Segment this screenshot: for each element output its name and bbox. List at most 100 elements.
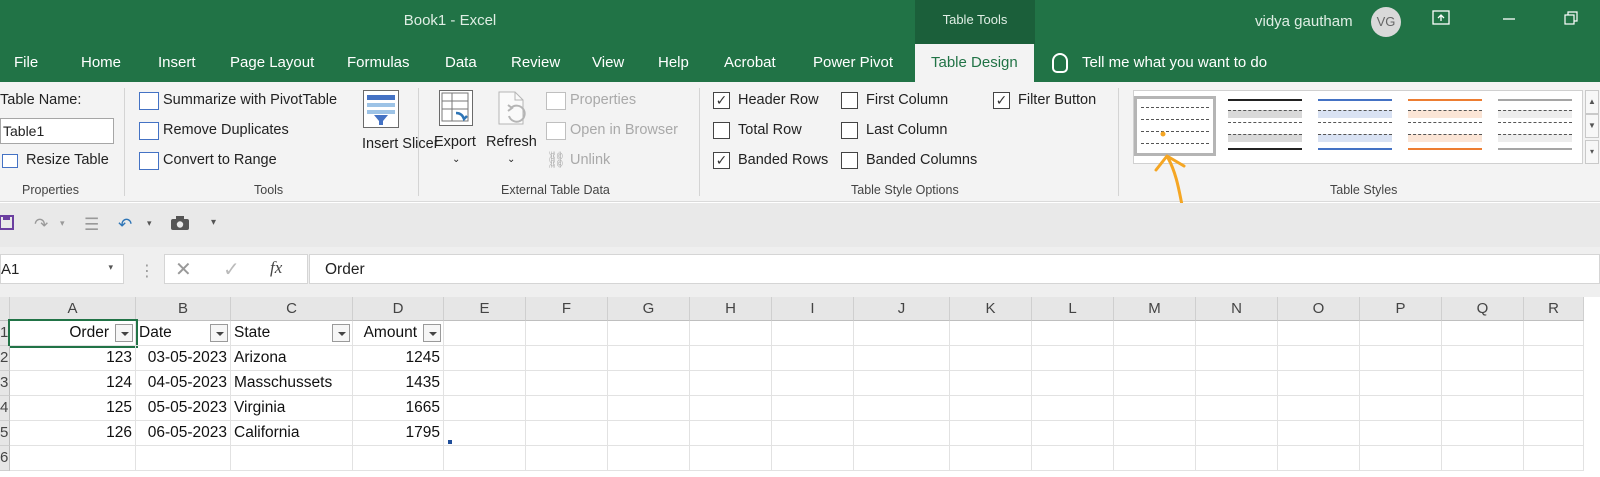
empty-cell[interactable] <box>1114 446 1196 471</box>
tab-view[interactable]: View <box>592 44 624 82</box>
empty-cell[interactable] <box>854 321 950 346</box>
table-cell[interactable]: 1795 <box>353 421 444 446</box>
gallery-more-icon[interactable]: ▾ <box>1585 140 1599 164</box>
empty-cell[interactable] <box>1524 321 1584 346</box>
tab-power-pivot[interactable]: Power Pivot <box>813 44 893 82</box>
empty-cell[interactable] <box>526 321 608 346</box>
empty-cell[interactable] <box>950 396 1032 421</box>
column-header[interactable]: F <box>526 297 608 321</box>
name-box[interactable]: A1 ▾ <box>0 254 124 284</box>
empty-cell[interactable] <box>1524 371 1584 396</box>
table-cell[interactable]: Arizona <box>231 346 353 371</box>
filter-dropdown-icon[interactable] <box>332 324 350 342</box>
empty-cell[interactable] <box>1278 346 1360 371</box>
table-cell[interactable]: 1435 <box>353 371 444 396</box>
empty-cell[interactable] <box>690 396 772 421</box>
empty-cell[interactable] <box>1360 371 1442 396</box>
tab-page-layout[interactable]: Page Layout <box>230 44 314 82</box>
empty-cell[interactable] <box>1032 321 1114 346</box>
empty-cell[interactable] <box>1442 321 1524 346</box>
avatar[interactable]: VG <box>1371 7 1401 37</box>
row-header[interactable]: 3 <box>0 371 10 396</box>
empty-cell[interactable] <box>772 396 854 421</box>
column-header[interactable]: D <box>353 297 444 321</box>
empty-cell[interactable] <box>950 421 1032 446</box>
empty-cell[interactable] <box>444 446 526 471</box>
column-header[interactable]: L <box>1032 297 1114 321</box>
column-header[interactable]: P <box>1360 297 1442 321</box>
empty-cell[interactable] <box>526 346 608 371</box>
empty-cell[interactable] <box>1032 371 1114 396</box>
table-cell[interactable]: 124 <box>10 371 136 396</box>
name-box-dropdown-icon[interactable]: ▾ <box>108 262 113 273</box>
empty-cell[interactable] <box>950 346 1032 371</box>
tell-me-search[interactable]: Tell me what you want to do <box>1052 44 1267 82</box>
table-header-cell[interactable]: Order <box>8 319 138 348</box>
enter-icon[interactable]: ✓ <box>223 257 240 282</box>
undo-dropdown-icon[interactable]: ▾ <box>147 218 152 229</box>
filter-dropdown-icon[interactable] <box>210 324 228 342</box>
empty-cell[interactable] <box>772 321 854 346</box>
empty-cell[interactable] <box>1524 421 1584 446</box>
column-header[interactable]: E <box>444 297 526 321</box>
tab-review[interactable]: Review <box>511 44 560 82</box>
empty-cell[interactable] <box>1360 421 1442 446</box>
empty-cell[interactable] <box>854 421 950 446</box>
filter-dropdown-icon[interactable] <box>423 324 441 342</box>
filter-dropdown-icon[interactable] <box>115 324 133 342</box>
gallery-scroll-down-icon[interactable]: ▼ <box>1585 114 1599 138</box>
empty-cell[interactable] <box>1196 371 1278 396</box>
empty-cell[interactable] <box>444 421 526 446</box>
empty-cell[interactable] <box>1278 371 1360 396</box>
table-header-cell[interactable]: State <box>231 321 353 346</box>
empty-cell[interactable] <box>1114 396 1196 421</box>
table-name-input[interactable]: Table1 <box>0 118 114 144</box>
table-cell[interactable]: 03-05-2023 <box>136 346 231 371</box>
empty-cell[interactable] <box>608 346 690 371</box>
column-header[interactable]: I <box>772 297 854 321</box>
table-cell[interactable]: Masschussets <box>231 371 353 396</box>
table-cell[interactable]: 1665 <box>353 396 444 421</box>
table-style-light-1[interactable] <box>1224 96 1306 156</box>
column-header[interactable]: C <box>231 297 353 321</box>
empty-cell[interactable] <box>1278 321 1360 346</box>
tab-table-design[interactable]: Table Design <box>915 44 1034 82</box>
empty-cell[interactable] <box>136 446 231 471</box>
empty-cell[interactable] <box>690 346 772 371</box>
empty-cell[interactable] <box>1442 346 1524 371</box>
save-icon[interactable] <box>0 215 14 236</box>
empty-cell[interactable] <box>1032 446 1114 471</box>
table-cell[interactable]: 125 <box>10 396 136 421</box>
tab-formulas[interactable]: Formulas <box>347 44 410 82</box>
empty-cell[interactable] <box>1114 346 1196 371</box>
undo-icon[interactable]: ↶ <box>118 215 132 235</box>
empty-cell[interactable] <box>690 321 772 346</box>
empty-cell[interactable] <box>1196 321 1278 346</box>
empty-cell[interactable] <box>1442 446 1524 471</box>
empty-cell[interactable] <box>1360 396 1442 421</box>
empty-cell[interactable] <box>1114 371 1196 396</box>
column-header[interactable]: A <box>10 297 136 321</box>
empty-cell[interactable] <box>1278 446 1360 471</box>
row-header[interactable]: 5 <box>0 421 10 446</box>
empty-cell[interactable] <box>1360 346 1442 371</box>
empty-cell[interactable] <box>772 371 854 396</box>
tab-insert[interactable]: Insert <box>158 44 196 82</box>
table-cell[interactable]: 05-05-2023 <box>136 396 231 421</box>
empty-cell[interactable] <box>1278 421 1360 446</box>
row-header[interactable]: 6 <box>0 446 10 471</box>
empty-cell[interactable] <box>690 421 772 446</box>
column-header[interactable]: N <box>1196 297 1278 321</box>
table-cell[interactable]: California <box>231 421 353 446</box>
empty-cell[interactable] <box>1442 421 1524 446</box>
column-header[interactable]: B <box>136 297 231 321</box>
empty-cell[interactable] <box>1524 396 1584 421</box>
empty-cell[interactable] <box>526 396 608 421</box>
empty-cell[interactable] <box>690 371 772 396</box>
empty-cell[interactable] <box>10 446 136 471</box>
table-style-light-2[interactable] <box>1314 96 1396 156</box>
insert-function-icon[interactable]: fx <box>270 258 282 278</box>
empty-cell[interactable] <box>1196 446 1278 471</box>
empty-cell[interactable] <box>772 446 854 471</box>
restore-icon[interactable] <box>1560 10 1582 32</box>
